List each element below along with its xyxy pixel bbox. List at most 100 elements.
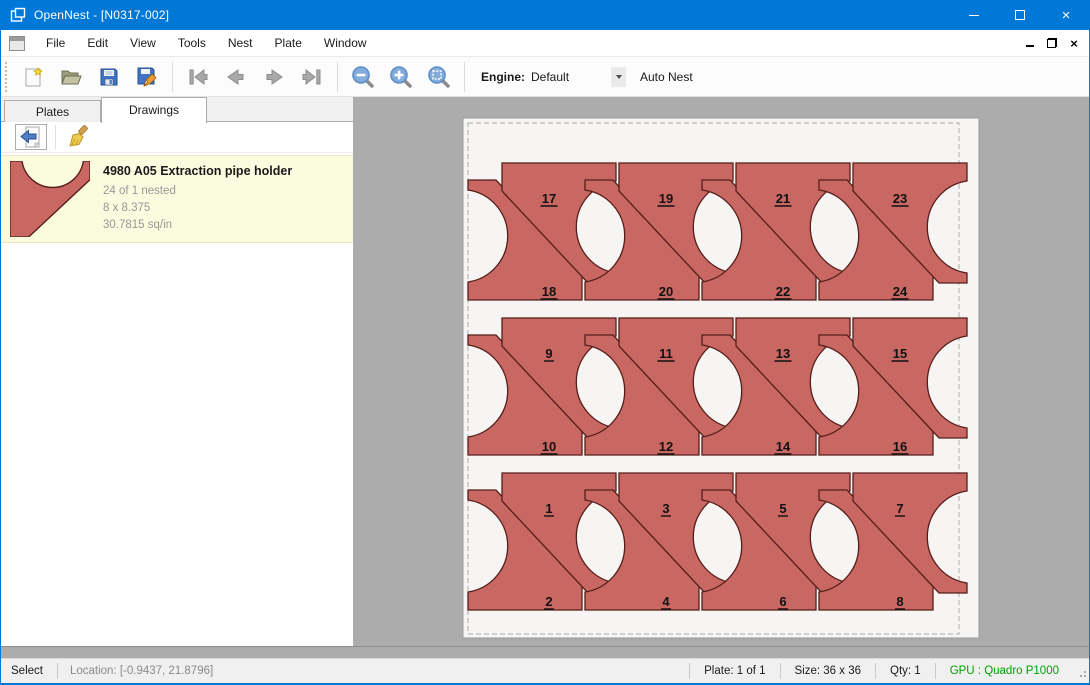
menu-tools[interactable]: Tools [167,31,217,55]
open-file-icon [59,65,83,89]
toolbar-separator [172,62,173,92]
zoom-in-button[interactable] [386,62,416,92]
toolbar-grip[interactable] [5,62,8,92]
mdi-restore-button[interactable] [1041,32,1063,54]
part-number-label: 10 [542,439,556,454]
go-next-button[interactable] [259,62,289,92]
maximize-icon [1015,10,1025,20]
menu-nest[interactable]: Nest [217,31,264,55]
app-icon [10,7,26,23]
chevron-down-icon[interactable] [611,67,626,87]
part-number-label: 14 [776,439,791,454]
drawing-title: 4980 A05 Extraction pipe holder [103,164,292,178]
mdi-close-button[interactable]: × [1063,32,1085,54]
part-number-label: 22 [776,284,790,299]
go-first-button[interactable] [183,62,213,92]
broom-icon [66,125,90,149]
part-number-label: 24 [893,284,908,299]
save-icon [97,65,121,89]
menu-plate[interactable]: Plate [264,31,313,55]
zoom-out-button[interactable] [348,62,378,92]
save-button[interactable] [94,62,124,92]
clean-drawings-button[interactable] [64,124,92,150]
menu-window[interactable]: Window [313,31,378,55]
go-last-button[interactable] [297,62,327,92]
maximize-button[interactable] [997,0,1043,30]
nest-canvas[interactable]: 171819202122232491011121314151612345678 [354,97,1090,646]
menu-edit[interactable]: Edit [76,31,119,55]
part-number-label: 23 [893,191,907,206]
minimize-button[interactable] [951,0,997,30]
go-first-icon [185,65,211,89]
part-number-label: 21 [776,191,790,206]
part-number-label: 4 [662,594,670,609]
open-file-button[interactable] [56,62,86,92]
drawing-list-item[interactable]: 4980 A05 Extraction pipe holder 24 of 1 … [1,155,353,243]
save-as-button[interactable] [132,62,162,92]
drawings-toolbar [1,122,353,153]
zoom-extents-icon [426,64,452,90]
drawing-nested-count: 24 of 1 nested [103,183,292,200]
part-number-label: 12 [659,439,673,454]
engine-combobox[interactable]: Default [531,66,626,88]
close-icon: × [1062,8,1071,23]
part-number-label: 3 [662,501,669,516]
main-toolbar: Engine: Default Auto Nest [1,57,1089,97]
status-size: Size: 36 x 36 [781,665,875,677]
drawing-size: 8 x 8.375 [103,200,292,217]
part-number-label: 9 [545,346,552,361]
mdi-restore-icon [1047,38,1057,48]
menu-file[interactable]: File [35,31,76,55]
part-number-label: 19 [659,191,673,206]
status-mode: Select [1,665,57,677]
menu-view[interactable]: View [119,31,167,55]
close-button[interactable]: × [1043,0,1089,30]
status-location: Location: [-0.9437, 21.8796] [58,665,225,677]
part-number-label: 20 [659,284,673,299]
part-number-label: 16 [893,439,907,454]
part-number-label: 13 [776,346,790,361]
part-number-label: 5 [779,501,786,516]
status-gpu: GPU : Quadro P1000 [936,665,1073,677]
engine-value: Default [531,70,611,84]
toolbar-separator [55,125,56,149]
zoom-in-icon [388,64,414,90]
title-bar: OpenNest - [N0317-002] × [1,0,1089,30]
mdi-minimize-button[interactable] [1019,32,1041,54]
part-number-label: 8 [896,594,903,609]
minimize-icon [969,15,979,16]
app-window: OpenNest - [N0317-002] × File Edit View … [0,0,1090,685]
mdi-close-icon: × [1070,37,1078,50]
new-document-icon [21,65,45,89]
status-plate: Plate: 1 of 1 [690,665,779,677]
auto-nest-button[interactable]: Auto Nest [640,70,693,84]
drawing-thumbnail [7,161,93,237]
go-previous-icon [223,65,249,89]
back-to-drawings-button[interactable] [15,124,47,150]
status-bar: Select Location: [-0.9437, 21.8796] Plat… [1,658,1089,683]
zoom-out-icon [350,64,376,90]
drawing-area: 30.7815 sq/in [103,217,292,234]
save-as-icon [135,65,159,89]
part-number-label: 2 [545,594,552,609]
document-icon [9,36,25,51]
part-number-label: 6 [779,594,786,609]
resize-grip[interactable] [1073,664,1087,678]
engine-label: Engine: [481,70,525,84]
tab-plates[interactable]: Plates [4,100,101,122]
part-number-label: 15 [893,346,907,361]
canvas-bottom-band [1,646,1089,658]
part-number-label: 18 [542,284,556,299]
back-to-drawings-icon [19,125,43,149]
go-previous-button[interactable] [221,62,251,92]
new-document-button[interactable] [18,62,48,92]
window-title: OpenNest - [N0317-002] [34,8,169,22]
part-number-label: 17 [542,191,556,206]
tab-strip: Plates Drawings [1,97,353,122]
sidebar: Plates Drawings [1,97,354,646]
drawings-panel: 4980 A05 Extraction pipe holder 24 of 1 … [1,122,353,646]
part-number-label: 11 [659,346,673,361]
toolbar-separator [464,62,465,92]
tab-drawings[interactable]: Drawings [101,97,207,123]
zoom-extents-button[interactable] [424,62,454,92]
